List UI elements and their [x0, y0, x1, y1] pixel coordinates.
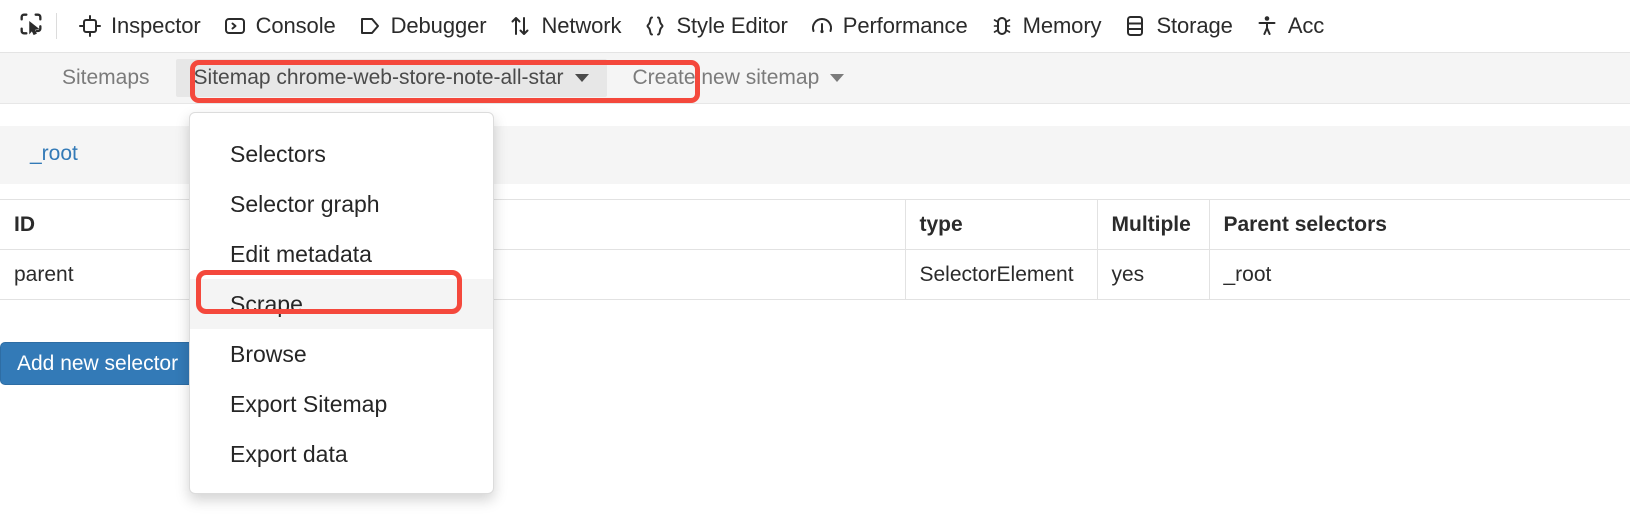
menu-item-scrape-label: Scrape [230, 290, 303, 317]
chevron-down-icon [830, 74, 845, 82]
breadcrumb-item-root[interactable]: _root [30, 142, 78, 166]
tab-style-editor-label: Style Editor [676, 13, 788, 38]
tab-storage-label: Storage [1156, 13, 1233, 38]
add-new-selector-button[interactable]: Add new selector [0, 342, 196, 386]
tab-inspector-label: Inspector [111, 13, 201, 38]
chevron-down-icon [574, 74, 589, 82]
menu-item-export-sitemap[interactable]: Export Sitemap [190, 379, 493, 429]
menu-item-edit-metadata[interactable]: Edit metadata [190, 229, 493, 279]
nav-item-create-new-sitemap[interactable]: Create new sitemap [615, 53, 863, 104]
cell-multiple: yes [1097, 249, 1210, 300]
tab-inspector[interactable]: Inspector [67, 6, 212, 46]
tab-memory[interactable]: Memory [979, 6, 1113, 46]
nav-item-create-new-sitemap-label: Create new sitemap [632, 66, 820, 89]
tab-accessibility-label: Acc [1287, 13, 1325, 38]
tab-style-editor[interactable]: Style Editor [632, 6, 798, 46]
column-header-multiple[interactable]: Multiple [1097, 199, 1210, 250]
tab-performance-label: Performance [842, 13, 968, 38]
devtools-window: Inspector Console Debugger Network Style… [0, 0, 1630, 520]
sitemap-dropdown-toggle[interactable]: Sitemap chrome-web-store-note-all-star [175, 59, 607, 97]
sitemap-navbar: Sitemaps Sitemap chrome-web-store-note-a… [0, 53, 1630, 104]
menu-item-export-sitemap-label: Export Sitemap [230, 390, 388, 417]
accessibility-icon [1255, 14, 1279, 38]
element-picker-icon [17, 10, 45, 43]
menu-item-edit-metadata-label: Edit metadata [230, 240, 372, 267]
memory-icon [990, 14, 1014, 38]
tab-console[interactable]: Console [212, 6, 347, 46]
cell-parent-selectors: _root [1209, 249, 1630, 300]
menu-item-selectors-label: Selectors [230, 140, 326, 167]
element-picker-button[interactable] [10, 6, 52, 46]
devtools-toolbar: Inspector Console Debugger Network Style… [0, 0, 1630, 53]
column-header-parent-selectors[interactable]: Parent selectors [1209, 199, 1630, 250]
menu-item-export-data[interactable]: Export data [190, 429, 493, 479]
tab-storage[interactable]: Storage [1112, 6, 1243, 46]
cell-type: SelectorElement [905, 249, 1098, 300]
column-header-type[interactable]: type [905, 199, 1098, 250]
menu-item-selector-graph-label: Selector graph [230, 190, 380, 217]
tab-console-label: Console [255, 13, 336, 38]
style-editor-icon [643, 14, 667, 38]
toolbar-divider [56, 13, 57, 39]
tab-network[interactable]: Network [497, 6, 632, 46]
tab-memory-label: Memory [1022, 13, 1102, 38]
nav-item-sitemaps[interactable]: Sitemaps [44, 53, 168, 104]
menu-item-export-data-label: Export data [230, 440, 348, 467]
storage-icon [1123, 14, 1147, 38]
menu-item-selector-graph[interactable]: Selector graph [190, 179, 493, 229]
menu-item-browse-label: Browse [230, 340, 307, 367]
tab-performance[interactable]: Performance [799, 6, 979, 46]
tab-network-label: Network [541, 13, 622, 38]
nav-item-sitemaps-label: Sitemaps [62, 66, 150, 89]
menu-item-browse[interactable]: Browse [190, 329, 493, 379]
inspector-icon [78, 14, 102, 38]
tab-accessibility[interactable]: Acc [1244, 6, 1335, 46]
menu-item-selectors[interactable]: Selectors [190, 129, 493, 179]
network-icon [508, 14, 532, 38]
debugger-icon [358, 14, 382, 38]
sitemap-dropdown-toggle-label: Sitemap chrome-web-store-note-all-star [193, 66, 564, 89]
menu-item-scrape[interactable]: Scrape [190, 279, 493, 329]
sitemap-dropdown-menu: Selectors Selector graph Edit metadata S… [189, 112, 494, 494]
tab-debugger-label: Debugger [390, 13, 487, 38]
performance-icon [810, 14, 834, 38]
console-icon [223, 14, 247, 38]
tab-debugger[interactable]: Debugger [347, 6, 498, 46]
